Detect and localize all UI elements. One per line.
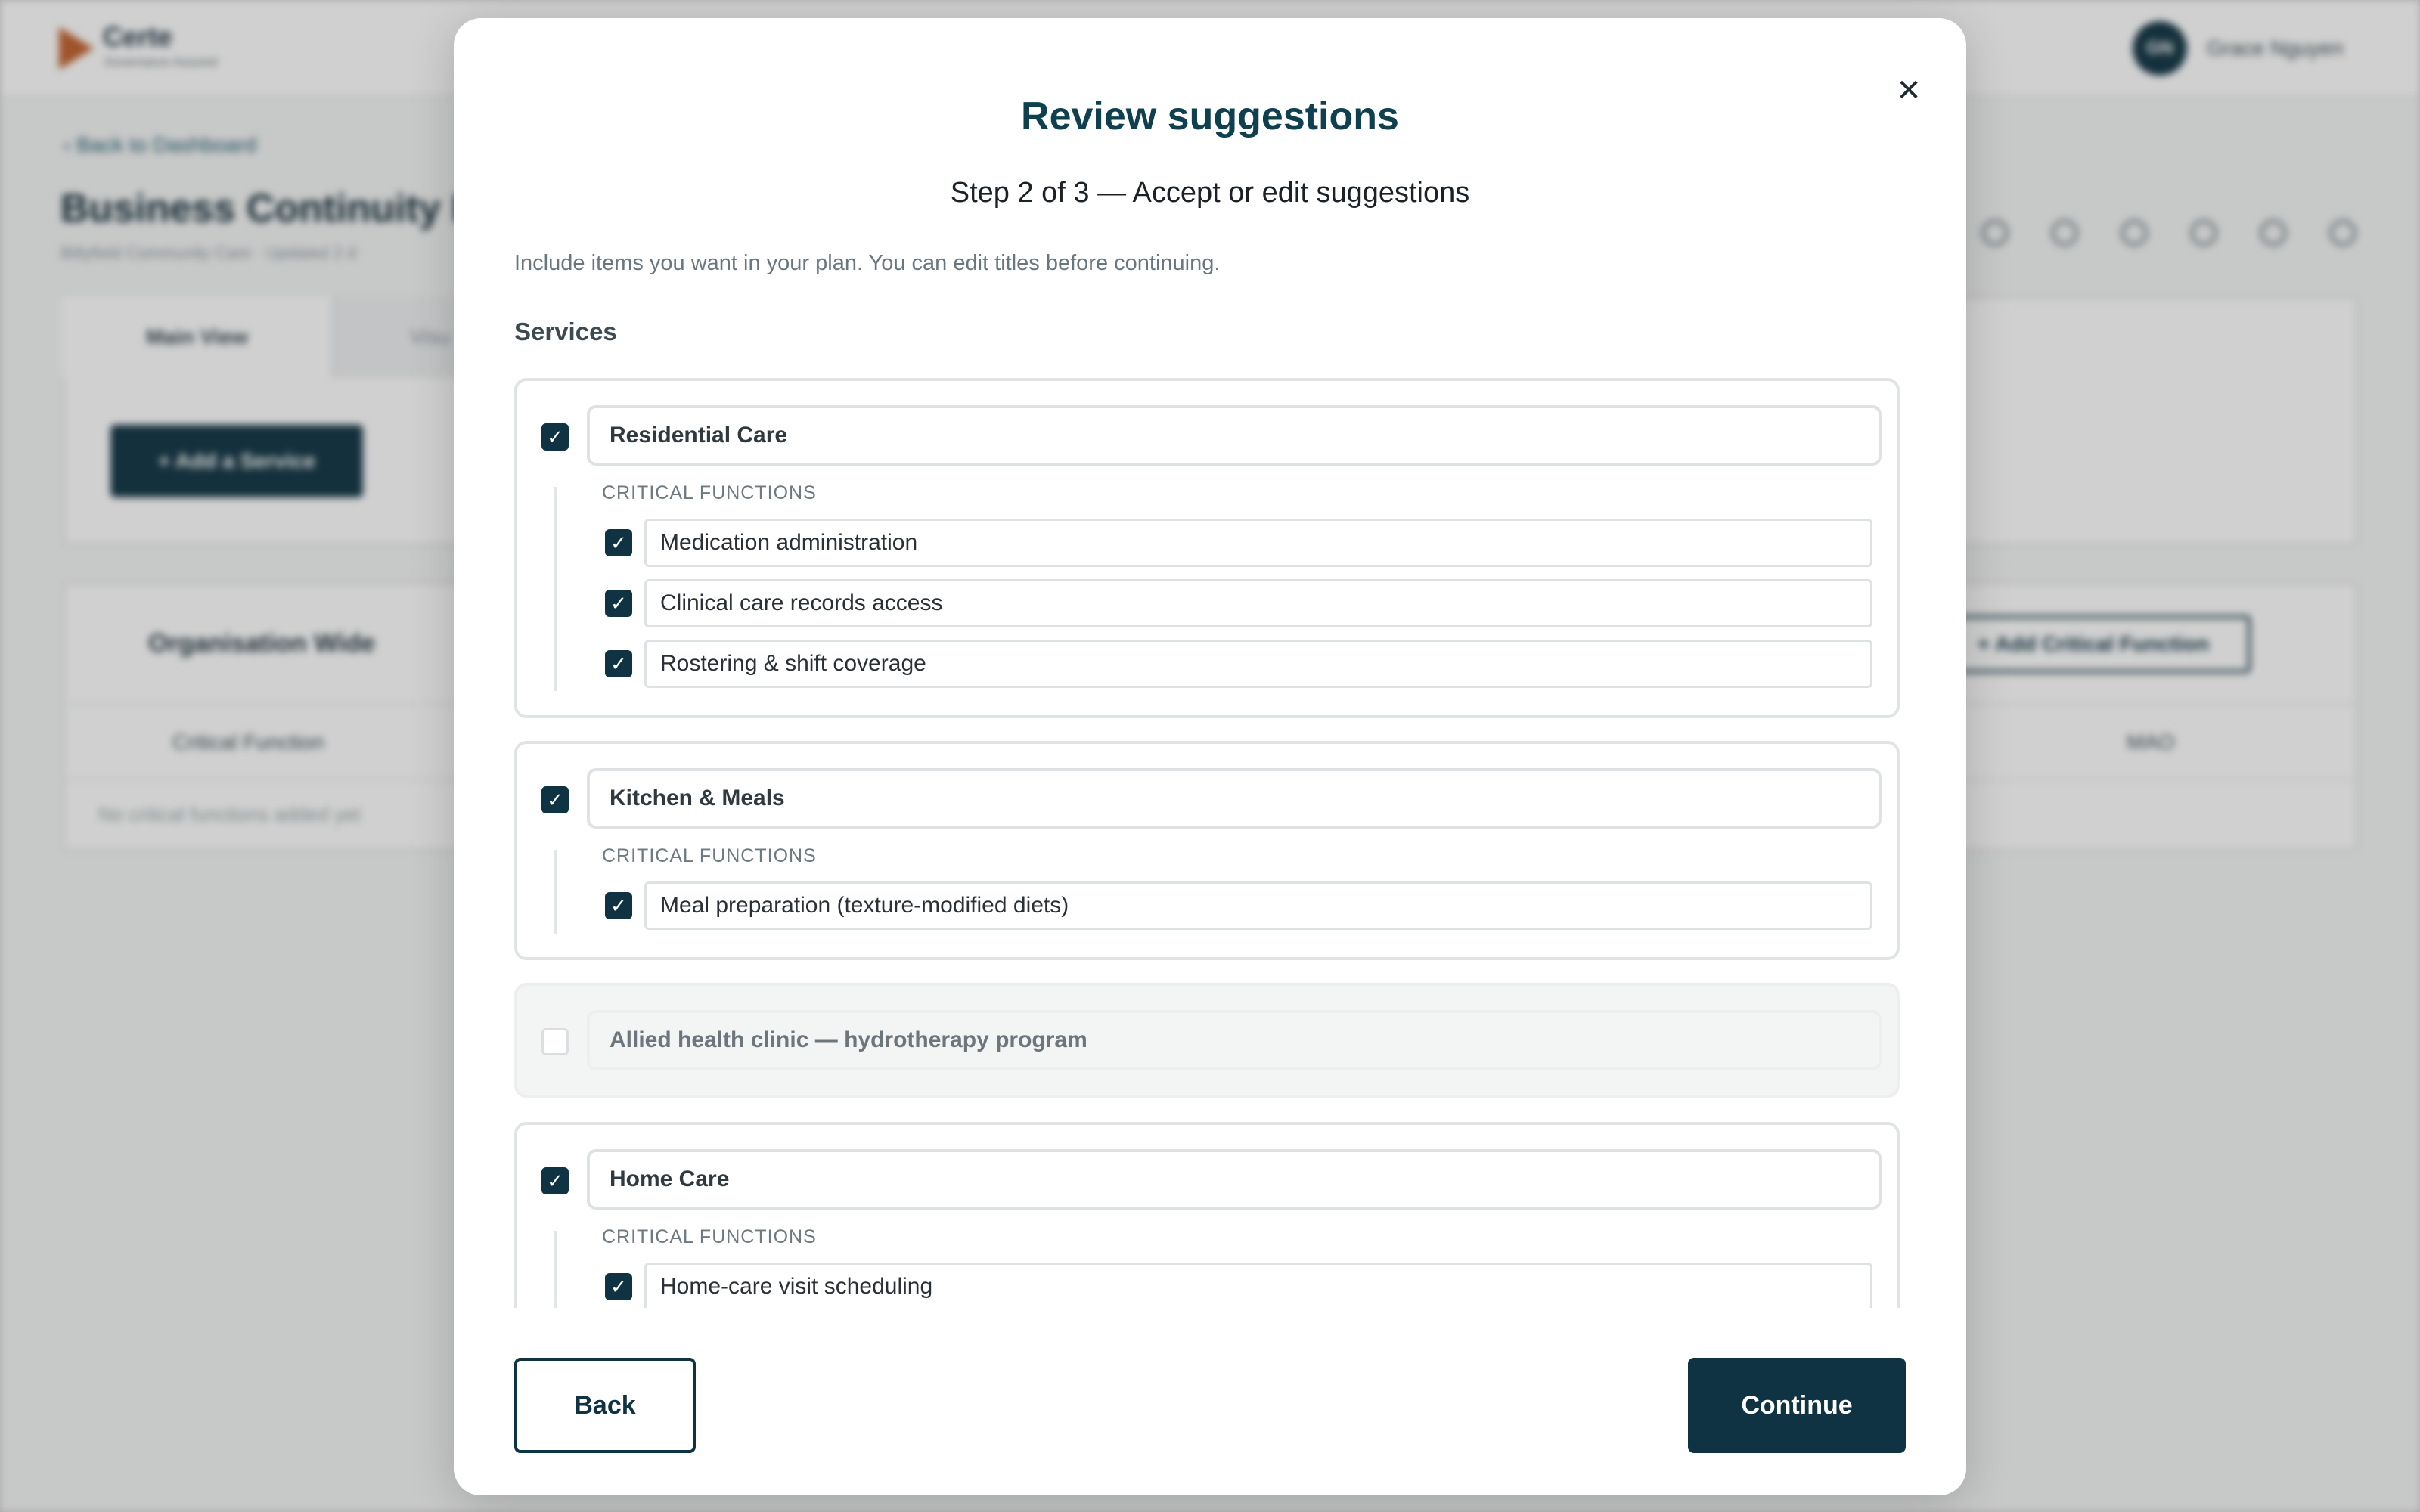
service-title-input[interactable]: Home Care — [587, 1149, 1882, 1210]
function-checkbox[interactable]: ✓ — [605, 1273, 632, 1300]
function-checkbox[interactable]: ✓ — [605, 529, 632, 556]
function-title-input[interactable]: Home-care visit scheduling — [644, 1263, 1872, 1308]
review-suggestions-modal: Review suggestions ✕ Step 2 of 3 — Accep… — [454, 18, 1966, 1495]
intro-text: Include items you want in your plan. You… — [514, 251, 1221, 275]
modal-title: Review suggestions — [1021, 94, 1399, 138]
continue-button[interactable]: Continue — [1688, 1358, 1906, 1453]
critical-functions-label: CRITICAL FUNCTIONS — [602, 482, 817, 503]
service-title-input[interactable]: Allied health clinic — hydrotherapy prog… — [587, 1010, 1882, 1070]
function-title-input[interactable]: Rostering & shift coverage — [644, 640, 1872, 688]
functions-rail — [554, 850, 557, 934]
service-checkbox[interactable]: ✓ — [541, 423, 569, 451]
service-checkbox[interactable] — [541, 1028, 569, 1055]
step-indicator: Step 2 of 3 — Accept or edit suggestions — [950, 177, 1470, 209]
function-checkbox[interactable]: ✓ — [605, 892, 632, 919]
suggestions-list[interactable]: ✓ Residential Care CRITICAL FUNCTIONS ✓ … — [514, 378, 1906, 1308]
service-card-kitchen-meals: ✓ Kitchen & Meals CRITICAL FUNCTIONS ✓ M… — [514, 741, 1900, 960]
functions-rail — [554, 1231, 557, 1308]
function-title-input[interactable]: Clinical care records access — [644, 579, 1872, 627]
service-title-input[interactable]: Kitchen & Meals — [587, 768, 1882, 829]
close-icon[interactable]: ✕ — [1888, 70, 1930, 112]
service-card-home-care: ✓ Home Care CRITICAL FUNCTIONS ✓ Home-ca… — [514, 1122, 1900, 1308]
service-checkbox[interactable]: ✓ — [541, 786, 569, 813]
service-title-input[interactable]: Residential Care — [587, 405, 1882, 466]
service-card-residential-care: ✓ Residential Care CRITICAL FUNCTIONS ✓ … — [514, 378, 1900, 718]
service-checkbox[interactable]: ✓ — [541, 1167, 569, 1194]
critical-functions-label: CRITICAL FUNCTIONS — [602, 1226, 817, 1247]
modal-footer: Back Continue — [454, 1311, 1966, 1495]
back-button[interactable]: Back — [514, 1358, 696, 1453]
function-checkbox[interactable]: ✓ — [605, 590, 632, 617]
service-card-allied-health: Allied health clinic — hydrotherapy prog… — [514, 983, 1900, 1098]
section-label: Services — [514, 318, 617, 345]
function-checkbox[interactable]: ✓ — [605, 650, 632, 677]
critical-functions-label: CRITICAL FUNCTIONS — [602, 845, 817, 866]
function-title-input[interactable]: Meal preparation (texture-modified diets… — [644, 881, 1872, 930]
function-title-input[interactable]: Medication administration — [644, 519, 1872, 567]
functions-rail — [554, 487, 557, 691]
